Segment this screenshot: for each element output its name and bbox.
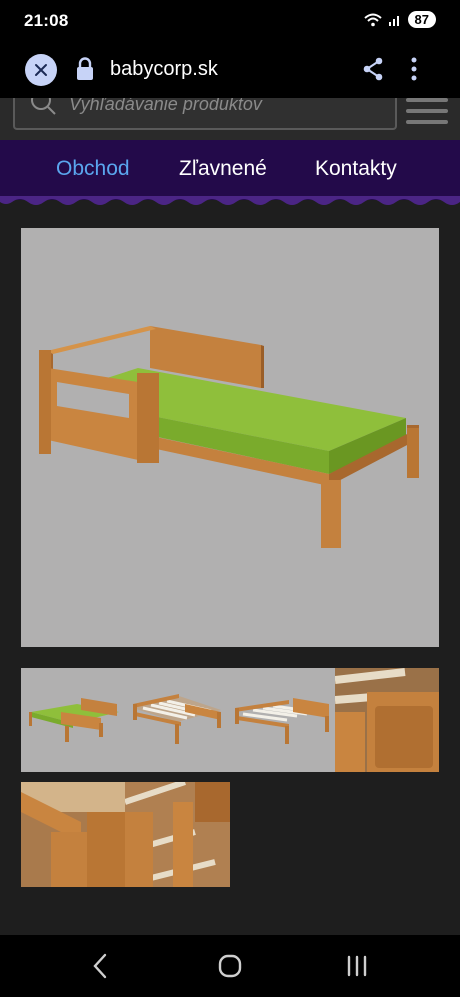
product-main-image[interactable] [21, 228, 439, 647]
main-nav: Obchod Zľavnené Kontakty [0, 140, 460, 200]
url-text[interactable]: babycorp.sk [110, 58, 218, 81]
nav-item-obchod[interactable]: Obchod [56, 157, 130, 181]
status-bar: 21:08 87 [0, 0, 460, 42]
search-input[interactable]: Vyhľadávanie produktov [13, 98, 397, 130]
wifi-icon [363, 13, 382, 26]
nav-item-kontakty[interactable]: Kontakty [315, 157, 397, 181]
menu-icon[interactable] [406, 98, 448, 131]
status-time: 21:08 [24, 11, 69, 30]
bed-detail-image [125, 782, 230, 887]
product-thumbnail-3[interactable] [229, 668, 335, 772]
product-thumbnail-2[interactable] [125, 668, 229, 772]
nav-item-zlavnene[interactable]: Zľavnené [179, 157, 267, 181]
close-icon [35, 64, 47, 76]
nav-wave-divider [0, 196, 460, 205]
search-placeholder: Vyhľadávanie produktov [69, 98, 262, 114]
battery-badge: 87 [407, 11, 436, 28]
bed-detail-image [335, 668, 439, 772]
recents-icon[interactable] [346, 953, 368, 979]
close-tab-button[interactable] [25, 54, 57, 86]
bed-image [29, 698, 119, 742]
product-thumbnail-4[interactable] [335, 668, 439, 772]
product-thumbnail-5[interactable] [21, 782, 125, 887]
status-icons: 87 [363, 11, 436, 28]
lock-icon[interactable] [76, 57, 94, 81]
system-nav-bar [0, 935, 460, 997]
bed-detail-image [21, 782, 125, 887]
product-thumbnail-6[interactable] [125, 782, 230, 887]
bed-image [39, 326, 419, 548]
signal-icon [388, 15, 399, 26]
home-icon[interactable] [218, 953, 242, 979]
back-icon[interactable] [92, 953, 108, 979]
product-thumbnail-1[interactable] [21, 668, 125, 772]
search-header: Vyhľadávanie produktov [0, 98, 460, 140]
browser-toolbar: babycorp.sk [0, 42, 460, 98]
search-icon [31, 98, 56, 115]
bed-image [235, 698, 329, 744]
more-vert-icon[interactable] [410, 56, 418, 82]
bed-image [133, 694, 221, 744]
share-icon[interactable] [362, 57, 384, 81]
